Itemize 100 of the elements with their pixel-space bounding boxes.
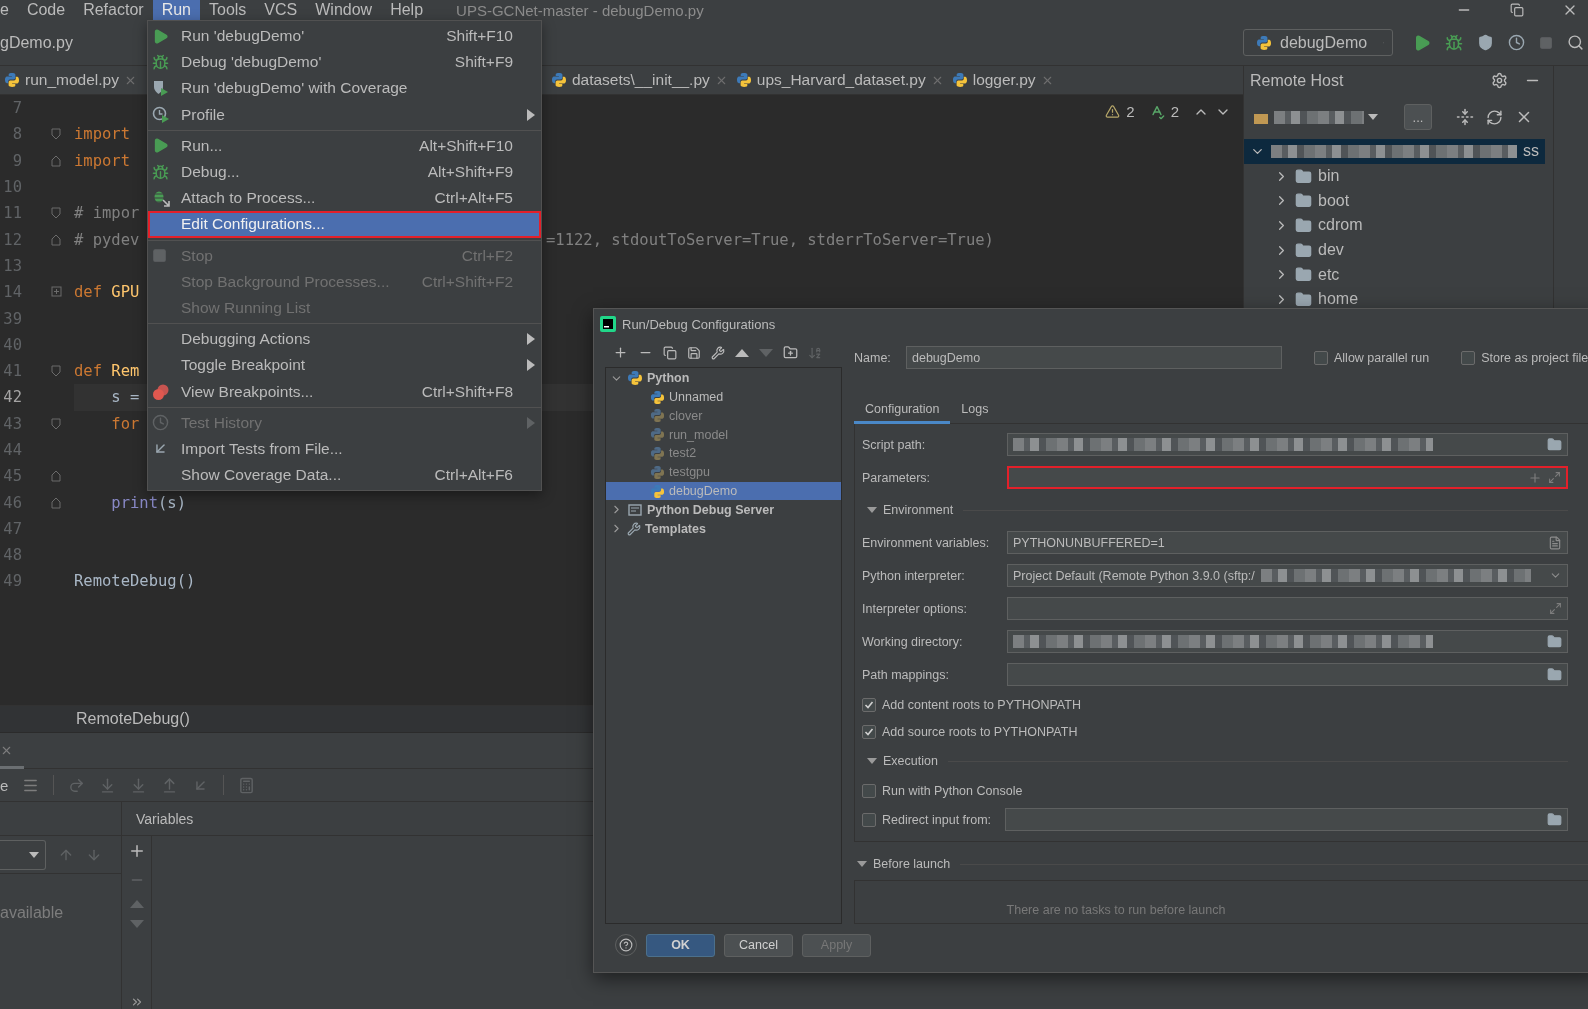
input-field[interactable]: [1007, 466, 1568, 489]
menu-item[interactable]: Tools: [200, 0, 256, 20]
collapse-triangle-icon[interactable]: [867, 507, 877, 513]
menu-item[interactable]: Refactor: [74, 0, 153, 20]
checkbox-label[interactable]: Allow parallel run: [1334, 350, 1430, 365]
tree-item[interactable]: run_model: [606, 425, 841, 445]
tree-item[interactable]: ss: [1244, 139, 1545, 164]
folder-icon[interactable]: [1547, 812, 1562, 827]
breadcrumb[interactable]: RemoteDebug(): [76, 710, 190, 728]
menu-item[interactable]: Run... Alt+Shift+F10: [148, 132, 541, 159]
breadcrumb[interactable]: gDemo.py: [0, 33, 73, 52]
menu-item[interactable]: Import Tests from File...: [148, 435, 541, 462]
profile-icon[interactable]: [1508, 34, 1525, 51]
editor-tab[interactable]: run_model.py: [0, 65, 141, 95]
save-icon[interactable]: [687, 345, 701, 360]
name-field[interactable]: debugDemo: [906, 346, 1282, 369]
tree-item[interactable]: etc: [1244, 262, 1346, 288]
menu-item[interactable]: Code: [17, 0, 75, 20]
coverage-icon[interactable]: [1477, 34, 1494, 51]
checkbox[interactable]: [1314, 350, 1328, 365]
input-field[interactable]: [1005, 808, 1568, 831]
close-icon[interactable]: [0, 744, 13, 757]
fold-marker-icon[interactable]: [51, 470, 62, 483]
editor-tab[interactable]: datasets\__init__.py: [546, 65, 732, 95]
fold-marker-icon[interactable]: [51, 417, 62, 430]
typo-count[interactable]: 2: [1170, 103, 1179, 120]
menu-item[interactable]: Run: [152, 0, 200, 20]
menu-item[interactable]: Debug 'debugDemo' Shift+F9: [148, 49, 541, 76]
tree-item[interactable]: clover: [606, 406, 841, 426]
input-field[interactable]: [1007, 663, 1568, 686]
collapse-icon[interactable]: [1456, 108, 1474, 126]
down-triangle-icon[interactable]: [129, 920, 144, 928]
input-field[interactable]: PYTHONUNBUFFERED=1: [1007, 531, 1568, 554]
menu-item[interactable]: Window: [306, 0, 382, 20]
menu-item[interactable]: Debug... Alt+Shift+F9: [148, 158, 541, 186]
refresh-icon[interactable]: [1486, 108, 1503, 126]
checkbox-label[interactable]: Add content roots to PYTHONPATH: [882, 697, 1081, 712]
editor-tab[interactable]: ups_Harvard_dataset.py: [731, 65, 948, 95]
tree-item[interactable]: testgpu: [606, 462, 841, 482]
menu-item[interactable]: Help: [381, 0, 433, 20]
new-folder-icon[interactable]: [783, 345, 798, 361]
input-field[interactable]: [1007, 597, 1568, 620]
add-icon[interactable]: [613, 345, 628, 361]
fold-marker-icon[interactable]: [51, 233, 62, 246]
debug-icon[interactable]: [1445, 33, 1463, 52]
expand-icon[interactable]: [1549, 602, 1562, 615]
dialog-tab[interactable]: Configuration: [854, 397, 951, 424]
settings-icon[interactable]: [1491, 72, 1508, 89]
dialog-button[interactable]: Cancel: [724, 933, 793, 957]
menu-item[interactable]: e: [0, 0, 18, 20]
collapse-triangle-icon[interactable]: [857, 861, 867, 868]
fold-marker-icon[interactable]: [51, 286, 62, 299]
menu-item[interactable]: Profile: [148, 101, 541, 128]
input-field[interactable]: [1007, 630, 1568, 653]
checkbox-label[interactable]: Add source roots to PYTHONPATH: [882, 724, 1078, 739]
checkbox[interactable]: [862, 783, 876, 798]
tree-item[interactable]: boot: [1244, 188, 1356, 214]
checkbox[interactable]: [862, 812, 876, 827]
up-triangle-icon[interactable]: [735, 348, 749, 357]
run-icon[interactable]: [1413, 33, 1431, 52]
folder-icon[interactable]: [1547, 634, 1562, 649]
fold-marker-icon[interactable]: [51, 207, 62, 220]
menu-item[interactable]: Show Coverage Data... Ctrl+Alt+F6: [148, 462, 541, 489]
fold-marker-icon[interactable]: [51, 154, 62, 167]
tree-item[interactable]: test2: [606, 444, 841, 463]
search-icon[interactable]: [1567, 34, 1584, 51]
editor-tab[interactable]: logger.py: [947, 65, 1058, 95]
folder-icon[interactable]: [1547, 667, 1562, 682]
step-over-icon[interactable]: [68, 776, 86, 794]
sort-icon[interactable]: [808, 345, 822, 360]
input-field[interactable]: Project Default (Remote Python 3.9.0 (sftp:/: [1007, 564, 1568, 587]
fold-marker-icon[interactable]: [51, 128, 62, 141]
expand-icon[interactable]: [1548, 471, 1561, 484]
document-icon[interactable]: [1548, 535, 1562, 550]
fold-marker-icon[interactable]: [51, 365, 62, 378]
tree-item[interactable]: bin: [1244, 163, 1346, 189]
menu-item[interactable]: Run 'debugDemo' with Coverage: [148, 75, 541, 102]
warning-count[interactable]: 2: [1126, 103, 1135, 120]
menu-item[interactable]: VCS: [255, 0, 307, 20]
tree-item[interactable]: cdrom: [1244, 213, 1369, 238]
fold-marker-icon[interactable]: [51, 496, 62, 509]
stop-icon[interactable]: [1539, 35, 1553, 50]
plus-icon[interactable]: [1528, 470, 1542, 485]
folder-icon[interactable]: [1547, 437, 1562, 452]
menu-item[interactable]: Debugging Actions: [148, 326, 541, 353]
copy-icon[interactable]: [663, 345, 677, 360]
checkbox-label[interactable]: Redirect input from:: [882, 812, 1005, 827]
tree-item[interactable]: Templates: [606, 519, 841, 539]
menu-item[interactable]: Toggle Breakpoint: [148, 352, 541, 379]
checkbox[interactable]: [862, 697, 876, 712]
dialog-tab[interactable]: Logs: [950, 397, 1000, 424]
tree-item[interactable]: home: [1244, 287, 1365, 312]
down-triangle-icon[interactable]: [759, 348, 773, 357]
collapse-triangle-icon[interactable]: [867, 758, 877, 764]
dialog-button[interactable]: OK: [646, 933, 715, 957]
menu-item[interactable]: Edit Configurations...: [148, 211, 541, 238]
wrench-icon[interactable]: [711, 345, 725, 360]
tree-item[interactable]: Python: [606, 368, 841, 388]
menu-item[interactable]: Run 'debugDemo' Shift+F10: [148, 23, 541, 50]
menu-item[interactable]: Attach to Process... Ctrl+Alt+F5: [148, 185, 541, 212]
